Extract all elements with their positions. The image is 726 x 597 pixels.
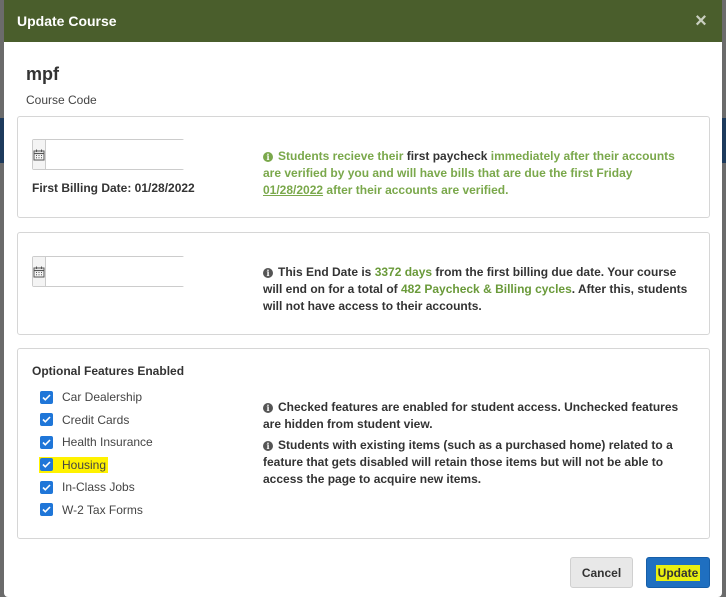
info-icon: i: [263, 152, 273, 162]
checkbox-checked-icon[interactable]: [40, 390, 53, 404]
optional-features-panel: Optional Features Enabled Car Dealership…: [17, 348, 710, 539]
close-icon[interactable]: ×: [692, 11, 710, 31]
update-button-label: Update: [655, 564, 701, 581]
calendar-icon[interactable]: [33, 140, 46, 169]
feature-label: Credit Cards: [62, 412, 130, 427]
checkbox-checked-icon[interactable]: [40, 435, 53, 449]
feature-label: In-Class Jobs: [62, 480, 135, 495]
first-billing-date-input[interactable]: [46, 140, 213, 169]
feature-in-class-jobs[interactable]: In-Class Jobs: [40, 476, 153, 499]
first-billing-date-label: First Billing Date: 01/28/2022: [32, 181, 195, 195]
modal-header: Update Course ×: [4, 0, 722, 42]
feature-label: Housing: [62, 457, 107, 472]
features-title: Optional Features Enabled: [32, 364, 185, 378]
end-date-panel: i This End Date is 3372 days from the fir…: [17, 232, 710, 335]
checkbox-checked-icon[interactable]: [40, 458, 53, 472]
checkbox-checked-icon[interactable]: [40, 503, 53, 517]
feature-label: Health Insurance: [62, 435, 153, 450]
feature-label: Car Dealership: [62, 390, 143, 405]
feature-credit-cards[interactable]: Credit Cards: [40, 409, 153, 432]
end-date-info: i This End Date is 3372 days from the fir…: [263, 265, 688, 313]
course-code-label: Course Code: [26, 93, 97, 107]
highlight: Housing: [39, 456, 109, 473]
feature-w2-tax-forms[interactable]: W-2 Tax Forms: [40, 499, 153, 522]
first-billing-info: i Students recieve their first paycheck i…: [263, 149, 675, 197]
feature-label: W-2 Tax Forms: [62, 502, 143, 517]
checkbox-checked-icon[interactable]: [40, 413, 53, 427]
update-course-modal: Update Course × mpf Course Code First Bi…: [4, 0, 722, 597]
update-button[interactable]: Update: [646, 557, 710, 588]
modal-title: Update Course: [17, 13, 117, 29]
info-icon: i: [263, 403, 273, 413]
feature-list: Car Dealership Credit Cards Health Insur…: [39, 386, 153, 522]
feature-health-insurance[interactable]: Health Insurance: [40, 431, 153, 454]
first-billing-date-picker: [32, 139, 213, 170]
end-date-input[interactable]: [46, 257, 213, 286]
course-name: mpf: [26, 64, 59, 84]
checkbox-checked-icon[interactable]: [40, 480, 53, 494]
features-info-1: i Checked features are enabled for studen…: [263, 400, 679, 431]
first-billing-panel: First Billing Date: 01/28/2022 i Students…: [17, 116, 710, 218]
info-icon: i: [263, 268, 273, 278]
features-info-2: i Students with existing items (such as a…: [263, 438, 673, 486]
feature-car-dealership[interactable]: Car Dealership: [40, 386, 153, 409]
feature-housing[interactable]: Housing: [39, 454, 153, 477]
calendar-icon[interactable]: [33, 257, 46, 286]
info-icon: i: [263, 441, 273, 451]
end-date-picker: [32, 256, 213, 287]
cancel-button[interactable]: Cancel: [570, 557, 633, 588]
